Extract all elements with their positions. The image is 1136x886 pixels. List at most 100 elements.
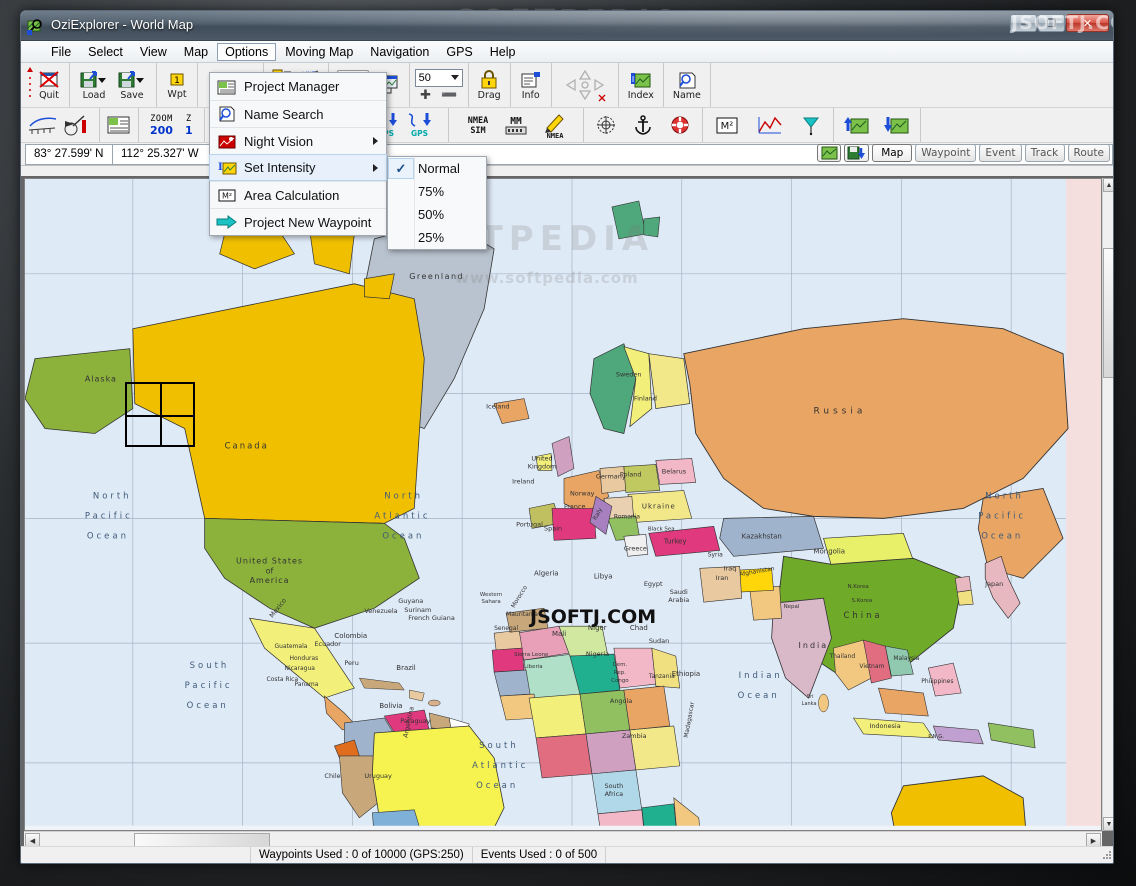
menu-help[interactable]: Help [482, 43, 524, 61]
project-list-icon[interactable] [105, 113, 133, 137]
track-button[interactable]: Track [1024, 144, 1065, 162]
menu-file[interactable]: File [43, 43, 79, 61]
map-save-icon[interactable] [883, 114, 910, 136]
pan-pad-icon[interactable] [557, 65, 613, 105]
menu-select[interactable]: Select [80, 43, 131, 61]
submenu-item-50-label: 50% [418, 207, 445, 222]
menu-area-calculation[interactable]: M² Area Calculation [210, 181, 386, 208]
svg-text:Greece: Greece [624, 544, 647, 552]
fishing-icon[interactable] [60, 112, 94, 138]
zoom-in-icon[interactable]: ✚ [420, 89, 431, 102]
zoom-select-value: 50 [418, 71, 431, 84]
vertical-scroll-thumb[interactable] [1103, 248, 1113, 378]
zoom-1-cell-2[interactable]: Z 1 [179, 108, 199, 142]
toolbar-group-name: Name [664, 63, 711, 107]
menu-set-intensity[interactable]: I Set Intensity [209, 154, 387, 181]
world-map-canvas[interactable]: Alaska Canada United States of America G… [25, 179, 1101, 831]
resize-grip-icon[interactable] [1101, 849, 1113, 861]
svg-text:Pacific: Pacific [185, 680, 233, 690]
svg-text:Kingdom: Kingdom [528, 462, 557, 470]
gps-download-track-icon[interactable]: GPS [406, 110, 440, 140]
minimize-button[interactable]: – [1010, 14, 1037, 32]
map-load-icon[interactable] [843, 114, 870, 136]
toolbar-grip[interactable] [26, 65, 34, 105]
nmea-button[interactable]: NMEA [535, 108, 573, 142]
main-toolbar[interactable]: Quit Load Save 1 Wpt 50 ✚ ➖ Drag Info I … [21, 63, 1113, 108]
toolbar-group-projects [100, 108, 139, 142]
scroll-up-icon[interactable]: ▲ [1103, 178, 1113, 192]
svg-text:I: I [218, 162, 223, 173]
load-button[interactable]: Load [75, 63, 113, 107]
name-search-button[interactable]: Name [669, 63, 705, 107]
window-controls[interactable]: – ❐ ✕ [1010, 14, 1109, 32]
submenu-item-50[interactable]: 50% [388, 203, 486, 226]
zoom-select[interactable]: 50 [414, 68, 463, 87]
svg-text:Sri: Sri [807, 694, 814, 700]
svg-text:Ocean: Ocean [981, 530, 1023, 540]
nmea-sim-button[interactable]: NMEA SIM [459, 108, 497, 142]
menu-bar[interactable]: File Select View Map Options Moving Map … [21, 41, 1113, 63]
anchor-icon[interactable] [634, 115, 652, 135]
map-selection-box[interactable] [125, 382, 195, 447]
menu-night-vision[interactable]: Night Vision [210, 127, 386, 154]
map-button[interactable]: Map [872, 144, 913, 162]
zoom-stepper[interactable]: ✚ ➖ [420, 89, 457, 102]
maximize-button[interactable]: ❐ [1038, 14, 1065, 32]
svg-text:Indian: Indian [739, 670, 783, 680]
gps-toolbar[interactable]: ZOOM 200 Z 1 GPS GPS [21, 108, 1113, 143]
zoom-out-icon[interactable]: ➖ [441, 89, 457, 102]
close-button[interactable]: ✕ [1066, 14, 1109, 32]
menu-map[interactable]: Map [176, 43, 216, 61]
map-thumb-icon[interactable] [817, 144, 842, 162]
title-bar[interactable]: OziExplorer - World Map – ❐ ✕ JSOFTJ.COM [21, 11, 1113, 41]
set-intensity-submenu[interactable]: ✓ Normal 75% 50% 25% [387, 156, 487, 250]
map-vertical-scrollbar[interactable]: ▲ ▼ [1102, 178, 1113, 831]
svg-text:Ireland: Ireland [512, 477, 534, 485]
wpt-button[interactable]: 1 Wpt [162, 63, 192, 107]
antenna-icon[interactable] [801, 114, 821, 136]
submenu-item-75[interactable]: 75% [388, 180, 486, 203]
svg-text:Honduras: Honduras [290, 655, 319, 662]
options-dropdown-menu[interactable]: Project Manager Name Search Night Vision… [209, 72, 387, 236]
menu-moving-map[interactable]: Moving Map [277, 43, 361, 61]
submenu-item-25[interactable]: 25% [388, 226, 486, 249]
index-button[interactable]: I Index [624, 63, 658, 107]
svg-text:Portugal: Portugal [516, 520, 543, 528]
menu-navigation[interactable]: Navigation [362, 43, 437, 61]
map-thumb-glyph [821, 146, 838, 160]
quit-icon [39, 70, 59, 88]
status-events: Events Used : 0 of 500 [473, 846, 607, 863]
map-area[interactable]: Alaska Canada United States of America G… [21, 176, 1113, 848]
layer-buttons[interactable]: Map Waypoint Event Track Route [817, 144, 1110, 162]
map-viewport[interactable]: Alaska Canada United States of America G… [24, 178, 1102, 831]
zoom-200-cell-2[interactable]: ZOOM 200 [144, 108, 179, 142]
svg-text:NMEA: NMEA [546, 132, 564, 138]
compass-icon[interactable] [596, 115, 616, 135]
moving-map-button[interactable]: MM [497, 108, 535, 142]
info-button[interactable]: Info [516, 63, 546, 107]
submenu-item-normal[interactable]: ✓ Normal [388, 157, 486, 180]
drag-button[interactable]: Drag [474, 63, 505, 107]
route-button[interactable]: Route [1067, 144, 1110, 162]
lifering-icon[interactable] [670, 115, 690, 135]
save-button[interactable]: Save [113, 63, 151, 107]
svg-text:Syria: Syria [708, 551, 723, 558]
measure-icon[interactable] [26, 112, 60, 138]
profile-icon[interactable] [757, 114, 783, 136]
area-icon[interactable]: M² [715, 114, 739, 136]
waypoint-button[interactable]: Waypoint [915, 144, 977, 162]
quit-button[interactable]: Quit [34, 63, 64, 107]
menu-project-manager[interactable]: Project Manager [210, 73, 386, 100]
menu-gps[interactable]: GPS [438, 43, 480, 61]
menu-name-search[interactable]: Name Search [210, 100, 386, 127]
toolbar-group-pan [552, 63, 619, 107]
scroll-down-icon[interactable]: ▼ [1103, 817, 1113, 831]
svg-text:I: I [632, 75, 634, 84]
menu-project-new-waypoint[interactable]: Project New Waypoint [210, 208, 386, 235]
menu-view[interactable]: View [132, 43, 175, 61]
event-button[interactable]: Event [979, 144, 1022, 162]
menu-options[interactable]: Options [217, 42, 277, 61]
save-disk-icon[interactable] [844, 144, 870, 162]
svg-text:Rep.: Rep. [614, 670, 626, 676]
svg-text:of: of [266, 566, 274, 575]
